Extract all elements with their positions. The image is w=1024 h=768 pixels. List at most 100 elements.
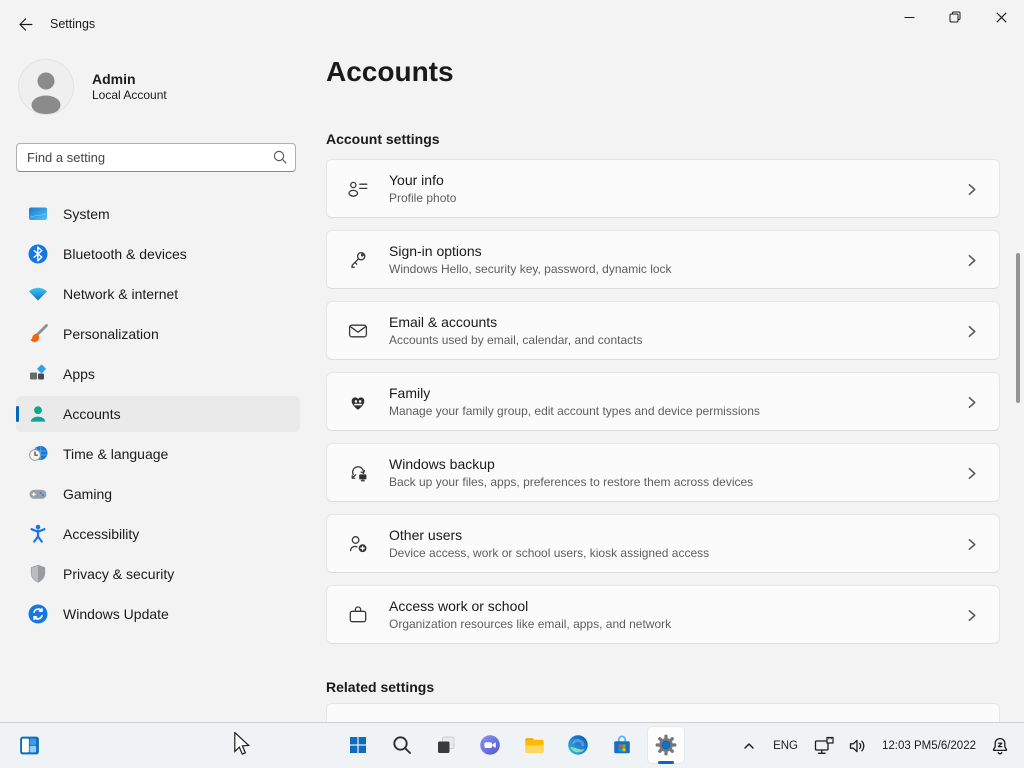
sidebar-item-label: System [63, 206, 110, 222]
key-icon [346, 248, 370, 272]
back-button[interactable] [11, 11, 39, 37]
sidebar-item-system[interactable]: System [16, 196, 300, 232]
sidebar-item-gaming[interactable]: Gaming [16, 476, 300, 512]
sidebar-item-accounts[interactable]: Accounts [16, 396, 300, 432]
tray-network-button[interactable] [810, 727, 838, 765]
card-sign-in-options[interactable]: Sign-in options Windows Hello, security … [326, 230, 1000, 289]
sidebar-item-accessibility[interactable]: Accessibility [16, 516, 300, 552]
close-button[interactable] [978, 0, 1024, 34]
tray-chevron-up-button[interactable] [737, 727, 761, 765]
system-icon [26, 202, 50, 226]
card-text: Other users Device access, work or schoo… [389, 527, 709, 561]
card-title: Family [389, 385, 760, 402]
card-subtitle: Organization resources like email, apps,… [389, 617, 671, 632]
taskbar-search-button[interactable] [383, 726, 421, 764]
file-explorer-button[interactable] [515, 726, 553, 764]
card-text: Sign-in options Windows Hello, security … [389, 243, 672, 277]
file-explorer-icon [522, 733, 547, 758]
taskbar-app-icons [339, 723, 685, 764]
chevron-right-icon [965, 325, 978, 343]
avatar [18, 59, 74, 115]
taskbar: ENG 12:03 PM 5/6/2022 [0, 722, 1024, 768]
sidebar-item-apps[interactable]: Apps [16, 356, 300, 392]
profile-account-type: Local Account [92, 88, 167, 103]
sidebar-item-personalization[interactable]: Personalization [16, 316, 300, 352]
window-controls [886, 0, 1024, 34]
search-input[interactable] [16, 143, 296, 172]
contact-card-icon [346, 177, 370, 201]
tray-language-button[interactable]: ENG [767, 727, 804, 765]
chevron-right-icon [965, 183, 978, 201]
tray-volume-button[interactable] [844, 727, 872, 765]
start-button[interactable] [339, 726, 377, 764]
card-title: Sign-in options [389, 243, 672, 260]
card-access-work-or-school[interactable]: Access work or school Organization resou… [326, 585, 1000, 644]
desktop: Settings Admin Local Account [0, 0, 1024, 768]
network-ethernet-icon [813, 735, 835, 757]
widgets-button[interactable] [10, 726, 48, 764]
section-label-related-settings: Related settings [326, 679, 434, 695]
briefcase-icon [346, 603, 370, 627]
close-icon [996, 12, 1007, 23]
sidebar-item-label: Apps [63, 366, 95, 382]
related-settings-card-partial[interactable] [326, 703, 1000, 722]
sidebar-item-windows-update[interactable]: Windows Update [16, 596, 300, 632]
widgets-icon [17, 733, 42, 758]
profile-name: Admin [92, 71, 167, 88]
chevron-right-icon [965, 467, 978, 485]
add-user-icon [346, 532, 370, 556]
sidebar-item-label: Windows Update [63, 606, 169, 622]
card-title: Other users [389, 527, 709, 544]
card-text: Family Manage your family group, edit ac… [389, 385, 760, 419]
card-subtitle: Device access, work or school users, kio… [389, 546, 709, 561]
sidebar-item-network-internet[interactable]: Network & internet [16, 276, 300, 312]
card-email-accounts[interactable]: Email & accounts Accounts used by email,… [326, 301, 1000, 360]
settings-app-button[interactable] [647, 726, 685, 764]
chevron-right-icon [965, 609, 978, 627]
sidebar-item-time-language[interactable]: Time & language [16, 436, 300, 472]
tray-notifications-button[interactable] [986, 727, 1014, 765]
card-subtitle: Accounts used by email, calendar, and co… [389, 333, 642, 348]
restore-icon [949, 11, 961, 23]
edge-browser-icon [566, 733, 590, 757]
card-title: Windows backup [389, 456, 753, 473]
card-other-users[interactable]: Other users Device access, work or schoo… [326, 514, 1000, 573]
user-profile[interactable]: Admin Local Account [18, 59, 167, 115]
sidebar-item-label: Privacy & security [63, 566, 174, 582]
tray-clock-button[interactable]: 12:03 PM 5/6/2022 [878, 727, 980, 765]
backup-sync-icon [346, 461, 370, 485]
speaker-icon [847, 735, 869, 757]
gaming-gamepad-icon [26, 482, 50, 506]
card-subtitle: Windows Hello, security key, password, d… [389, 262, 672, 277]
page-title: Accounts [326, 56, 454, 88]
card-text: Email & accounts Accounts used by email,… [389, 314, 642, 348]
privacy-shield-icon [26, 562, 50, 586]
card-your-info[interactable]: Your info Profile photo [326, 159, 1000, 218]
sidebar-item-label: Personalization [63, 326, 159, 342]
card-family[interactable]: Family Manage your family group, edit ac… [326, 372, 1000, 431]
personalization-brush-icon [26, 322, 50, 346]
notification-bell-sleep-icon [989, 735, 1011, 757]
scrollbar-thumb[interactable] [1016, 253, 1020, 403]
avatar-person-icon [19, 60, 73, 114]
sidebar-item-bluetooth-devices[interactable]: Bluetooth & devices [16, 236, 300, 272]
profile-text: Admin Local Account [92, 71, 167, 103]
edge-button[interactable] [559, 726, 597, 764]
accessibility-icon [26, 522, 50, 546]
restore-button[interactable] [932, 0, 978, 34]
sidebar-item-privacy-security[interactable]: Privacy & security [16, 556, 300, 592]
card-windows-backup[interactable]: Windows backup Back up your files, apps,… [326, 443, 1000, 502]
sidebar-item-label: Bluetooth & devices [63, 246, 187, 262]
minimize-button[interactable] [886, 0, 932, 34]
accounts-person-icon [26, 402, 50, 426]
mail-icon [346, 319, 370, 343]
chat-button[interactable] [471, 726, 509, 764]
sidebar-item-label: Gaming [63, 486, 112, 502]
task-view-button[interactable] [427, 726, 465, 764]
time-language-icon [26, 442, 50, 466]
section-label-account-settings: Account settings [326, 131, 440, 147]
sidebar-item-label: Time & language [63, 446, 168, 462]
search-box [16, 143, 296, 172]
windows-start-icon [346, 733, 370, 757]
microsoft-store-button[interactable] [603, 726, 641, 764]
